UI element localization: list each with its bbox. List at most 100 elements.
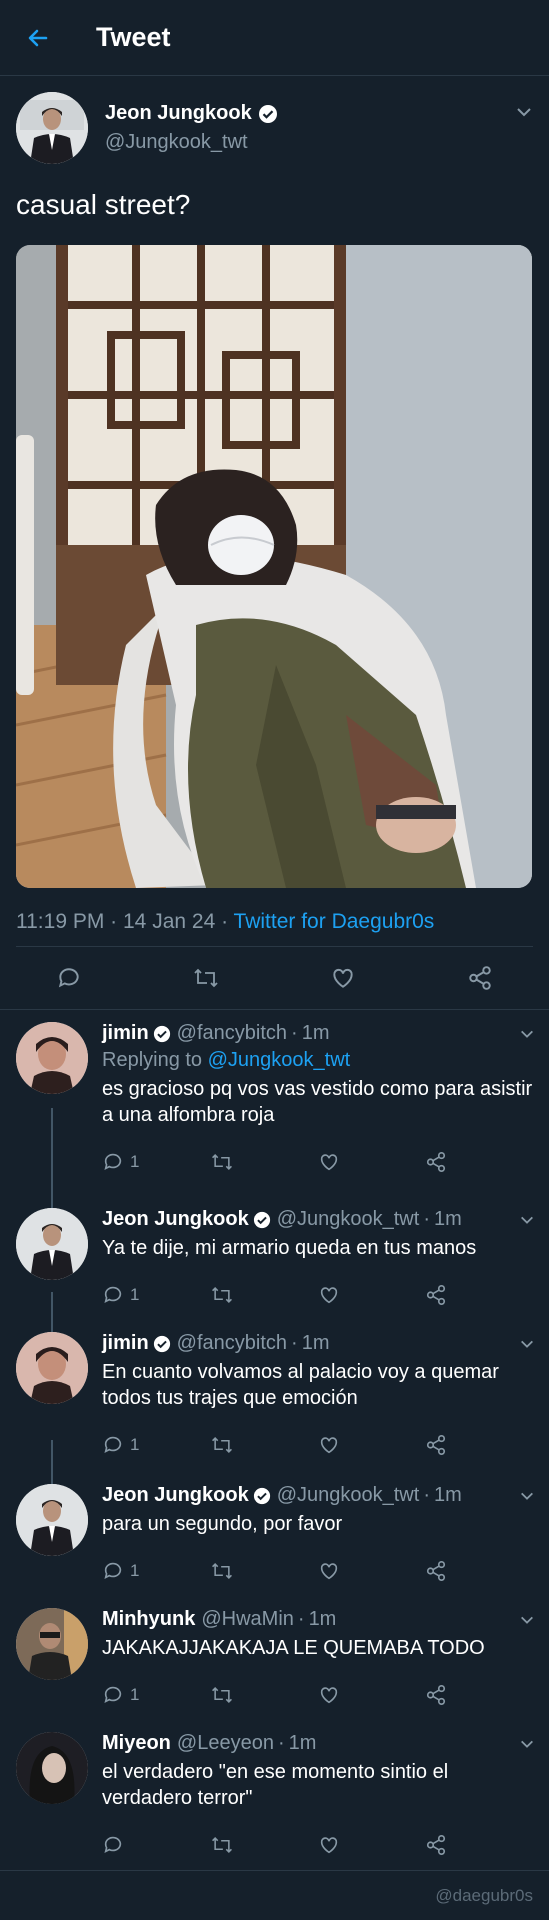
tweet-text: casual street? bbox=[16, 189, 191, 220]
chevron-down-icon[interactable] bbox=[519, 1612, 535, 1633]
avatar[interactable] bbox=[16, 1022, 88, 1094]
page-title: Tweet bbox=[96, 22, 171, 52]
reply-author-name[interactable]: Jeon Jungkook bbox=[102, 1484, 249, 1507]
main-tweet: Jeon Jungkook @Jungkook_twt casual stree… bbox=[0, 89, 549, 946]
back-arrow-icon[interactable] bbox=[0, 0, 76, 76]
reply-action-bar: 1 bbox=[102, 1144, 533, 1180]
reply-count: 1 bbox=[130, 1152, 140, 1171]
reply-time: 1m bbox=[301, 1022, 330, 1044]
retweet-icon[interactable] bbox=[210, 1560, 318, 1582]
meta-separator: · bbox=[110, 910, 123, 933]
reply-time: 1m bbox=[288, 1732, 317, 1754]
share-icon[interactable] bbox=[425, 1434, 533, 1456]
reply-text: para un segundo, por favor bbox=[102, 1513, 343, 1535]
chevron-down-icon[interactable] bbox=[519, 1336, 535, 1357]
meta-separator: · bbox=[221, 910, 234, 933]
reply-author-name[interactable]: jimin bbox=[102, 1022, 149, 1045]
tweet-photo[interactable] bbox=[16, 245, 532, 888]
like-icon[interactable] bbox=[318, 1560, 426, 1582]
reply-time: 1m bbox=[301, 1332, 330, 1354]
reply-icon[interactable]: 1 bbox=[102, 1560, 210, 1582]
reply-author-name[interactable]: Minhyunk bbox=[102, 1608, 195, 1631]
chevron-down-icon[interactable] bbox=[519, 1212, 535, 1233]
reply-author-handle: @HwaMin bbox=[201, 1608, 294, 1630]
like-icon[interactable] bbox=[318, 1151, 426, 1173]
reply-action-bar bbox=[102, 1827, 533, 1863]
verified-badge-icon bbox=[253, 1211, 271, 1229]
reply-text: Ya te dije, mi armario queda en tus mano… bbox=[102, 1237, 477, 1259]
reply-icon[interactable] bbox=[102, 1834, 210, 1856]
reply-author-name[interactable]: jimin bbox=[102, 1332, 149, 1355]
verified-badge-icon bbox=[253, 1487, 271, 1505]
tweet-source[interactable]: Twitter for Daegubr0s bbox=[234, 910, 435, 933]
reply-tweet[interactable]: Jeon Jungkook @Jungkook_twt · 1m para un… bbox=[0, 1472, 549, 1596]
avatar[interactable] bbox=[16, 1608, 88, 1680]
reply-thread: jimin @fancybitch · 1m Replying to @Jung… bbox=[0, 1010, 549, 1871]
retweet-icon[interactable] bbox=[186, 958, 226, 998]
avatar[interactable] bbox=[16, 1484, 88, 1556]
like-icon[interactable] bbox=[323, 958, 363, 998]
like-icon[interactable] bbox=[318, 1284, 426, 1306]
reply-text: es gracioso pq vos vas vestido como para… bbox=[102, 1078, 533, 1126]
retweet-icon[interactable] bbox=[210, 1434, 318, 1456]
like-icon[interactable] bbox=[318, 1834, 426, 1856]
share-icon[interactable] bbox=[425, 1560, 533, 1582]
reply-count: 1 bbox=[130, 1561, 140, 1580]
avatar[interactable] bbox=[16, 92, 88, 164]
retweet-icon[interactable] bbox=[210, 1684, 318, 1706]
reply-action-bar: 1 bbox=[102, 1553, 533, 1589]
reply-time-separator: · bbox=[423, 1208, 430, 1230]
reply-icon[interactable]: 1 bbox=[102, 1684, 210, 1706]
share-icon[interactable] bbox=[425, 1684, 533, 1706]
reply-count: 1 bbox=[130, 1285, 140, 1304]
reply-author-name[interactable]: Miyeon bbox=[102, 1732, 171, 1755]
reply-icon[interactable]: 1 bbox=[102, 1434, 210, 1456]
avatar[interactable] bbox=[16, 1332, 88, 1404]
tweet-metadata: 11:19 PM · 14 Jan 24 · Twitter for Daegu… bbox=[16, 910, 533, 946]
reply-action-bar: 1 bbox=[102, 1427, 533, 1463]
reply-time-separator: · bbox=[423, 1484, 430, 1506]
reply-count: 1 bbox=[130, 1685, 140, 1704]
like-icon[interactable] bbox=[318, 1684, 426, 1706]
reply-time-separator: · bbox=[277, 1732, 285, 1754]
reply-time: 1m bbox=[433, 1208, 462, 1230]
chevron-down-icon[interactable] bbox=[519, 1736, 535, 1757]
reply-time-separator: · bbox=[297, 1608, 305, 1630]
reply-tweet[interactable]: Miyeon @Leeyeon · 1m el verdadero "en es… bbox=[0, 1720, 549, 1870]
reply-icon[interactable]: 1 bbox=[102, 1284, 210, 1306]
share-icon[interactable] bbox=[425, 1284, 533, 1306]
verified-badge-icon bbox=[258, 104, 278, 124]
reply-author-handle: @Jungkook_twt bbox=[276, 1208, 420, 1230]
author-handle: @Jungkook_twt bbox=[105, 131, 248, 153]
like-icon[interactable] bbox=[318, 1434, 426, 1456]
replying-to-mention[interactable]: @Jungkook_twt bbox=[208, 1049, 351, 1071]
retweet-icon[interactable] bbox=[210, 1284, 318, 1306]
reply-time: 1m bbox=[433, 1484, 462, 1506]
reply-text: el verdadero "en ese momento sintio el v… bbox=[102, 1761, 449, 1809]
reply-author-name[interactable]: Jeon Jungkook bbox=[102, 1208, 249, 1231]
retweet-icon[interactable] bbox=[210, 1834, 318, 1856]
retweet-icon[interactable] bbox=[210, 1151, 318, 1173]
reply-icon[interactable]: 1 bbox=[102, 1151, 210, 1173]
share-icon[interactable] bbox=[425, 1834, 533, 1856]
avatar[interactable] bbox=[16, 1732, 88, 1804]
reply-text: En cuanto volvamos al palacio voy a quem… bbox=[102, 1361, 499, 1409]
reply-action-bar: 1 bbox=[102, 1677, 533, 1713]
author-name[interactable]: Jeon Jungkook bbox=[105, 102, 252, 125]
verified-badge-icon bbox=[153, 1335, 171, 1353]
reply-tweet[interactable]: jimin @fancybitch · 1m En cuanto volvamo… bbox=[0, 1320, 549, 1472]
share-icon[interactable] bbox=[460, 958, 500, 998]
chevron-down-icon[interactable] bbox=[519, 1026, 535, 1047]
share-icon[interactable] bbox=[425, 1151, 533, 1173]
avatar[interactable] bbox=[16, 1208, 88, 1280]
reply-icon[interactable] bbox=[49, 958, 89, 998]
reply-tweet[interactable]: Jeon Jungkook @Jungkook_twt · 1m Ya te d… bbox=[0, 1196, 549, 1320]
reply-tweet[interactable]: Minhyunk @HwaMin · 1m JAKAKAJJAKAKAJA LE… bbox=[0, 1596, 549, 1720]
chevron-down-icon[interactable] bbox=[519, 1488, 535, 1509]
reply-author-handle: @fancybitch bbox=[176, 1332, 288, 1354]
reply-author-handle: @Leeyeon bbox=[176, 1732, 274, 1754]
chevron-down-icon[interactable] bbox=[515, 103, 533, 126]
reply-tweet[interactable]: jimin @fancybitch · 1m Replying to @Jung… bbox=[0, 1010, 549, 1196]
reply-time: 1m bbox=[308, 1608, 337, 1630]
reply-author-handle: @Jungkook_twt bbox=[276, 1484, 420, 1506]
